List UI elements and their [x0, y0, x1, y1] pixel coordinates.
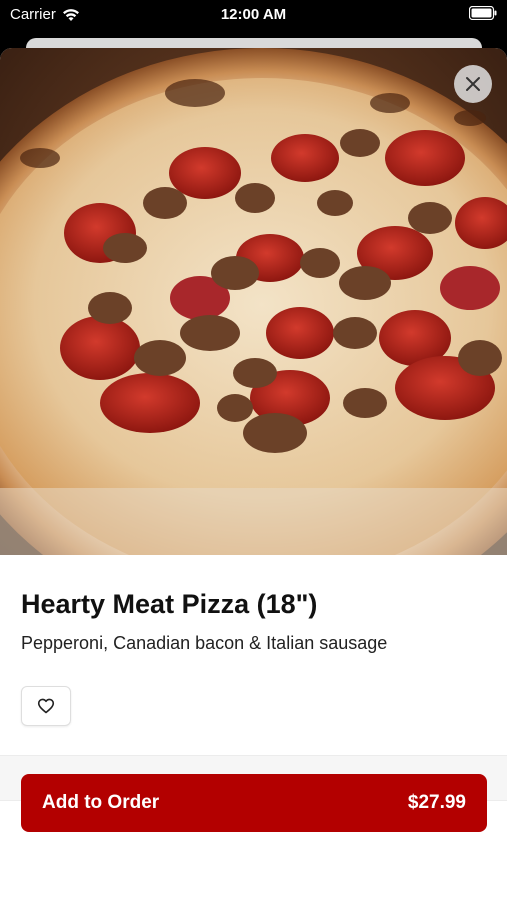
add-to-order-label: Add to Order: [42, 792, 160, 813]
item-detail-sheet: Hearty Meat Pizza (18") Pepperoni, Canad…: [0, 48, 507, 900]
favorite-button[interactable]: [21, 686, 71, 726]
status-time: 12:00 AM: [220, 6, 287, 23]
heart-icon: [37, 698, 55, 714]
status-bar: Carrier 12:00 AM: [0, 0, 507, 30]
item-image: [0, 48, 507, 555]
item-price: $27.99: [407, 792, 466, 813]
item-description: Pepperoni, Canadian bacon & Italian saus…: [21, 633, 388, 653]
item-title: Hearty Meat Pizza (18"): [21, 589, 318, 619]
pizza-photo: [0, 48, 507, 555]
add-to-order-button[interactable]: Add to Order $27.99: [21, 774, 487, 832]
battery-icon: [469, 6, 497, 20]
close-icon: [466, 77, 480, 91]
close-button[interactable]: [454, 65, 492, 103]
